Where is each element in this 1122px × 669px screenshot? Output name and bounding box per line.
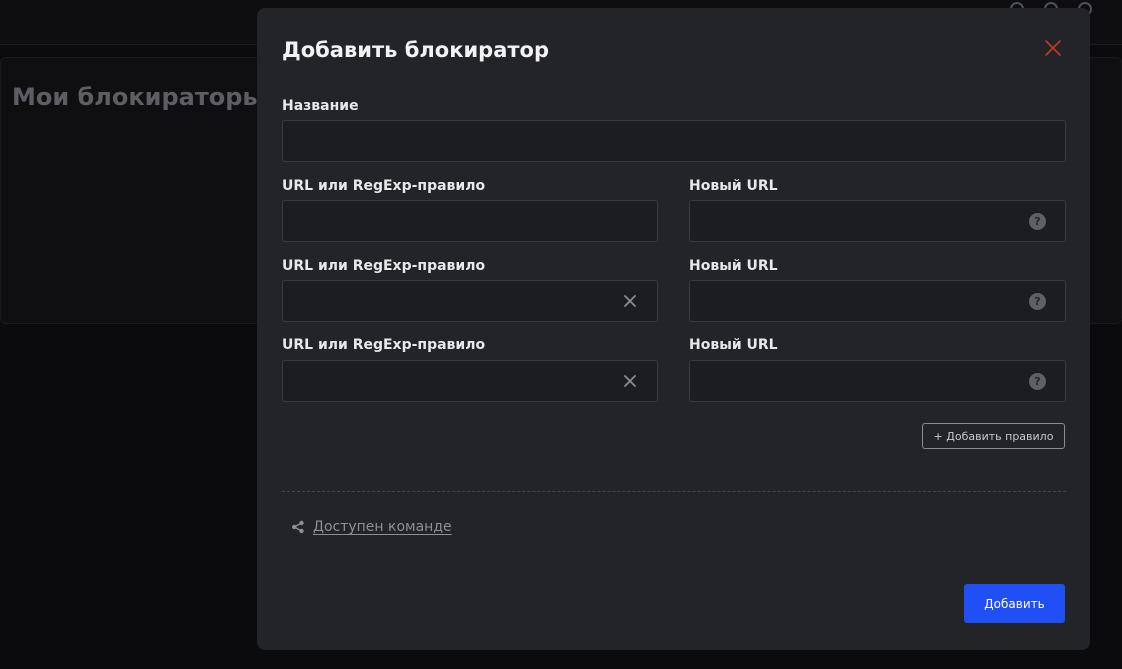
new-url-label: Новый URL	[689, 258, 778, 274]
new-url-wrapper: ?	[689, 200, 1066, 242]
new-url-wrapper: ?	[689, 360, 1066, 402]
divider	[282, 491, 1066, 492]
rule-url-label: URL или RegExp-правило	[282, 178, 486, 194]
new-url-wrapper: ?	[689, 280, 1066, 322]
rule-url-wrapper	[282, 200, 658, 242]
share-icon	[292, 520, 304, 534]
rule-url-wrapper	[282, 360, 658, 402]
rule-url-label: URL или RegExp-правило	[282, 258, 486, 274]
new-url-label: Новый URL	[689, 178, 778, 194]
rule-url-input[interactable]	[283, 361, 657, 401]
new-url-input[interactable]	[690, 361, 1065, 401]
help-icon[interactable]: ?	[1029, 293, 1046, 310]
close-button[interactable]	[1041, 36, 1065, 60]
rule-url-wrapper	[282, 280, 658, 322]
new-url-label: Новый URL	[689, 337, 778, 353]
rule-url-input[interactable]	[283, 201, 657, 241]
name-label: Название	[282, 98, 359, 114]
help-icon[interactable]: ?	[1029, 213, 1046, 230]
remove-rule-icon[interactable]	[623, 374, 637, 388]
help-icon[interactable]: ?	[1029, 373, 1046, 390]
share-row: Доступен команде	[291, 519, 452, 535]
close-icon	[1045, 40, 1061, 56]
page-title: Мои блокираторы	[12, 83, 265, 111]
rule-url-label: URL или RegExp-правило	[282, 337, 486, 353]
add-rule-button[interactable]: + Добавить правило	[922, 423, 1065, 449]
team-access-link[interactable]: Доступен команде	[313, 519, 452, 535]
submit-button[interactable]: Добавить	[964, 584, 1065, 623]
new-url-input[interactable]	[690, 281, 1065, 321]
add-blocker-modal: Добавить блокиратор Название URL или Reg…	[257, 8, 1090, 650]
rule-url-input[interactable]	[283, 281, 657, 321]
name-field-wrapper	[282, 120, 1066, 162]
remove-rule-icon[interactable]	[623, 294, 637, 308]
name-input[interactable]	[283, 121, 1065, 161]
modal-title: Добавить блокиратор	[282, 38, 550, 62]
new-url-input[interactable]	[690, 201, 1065, 241]
